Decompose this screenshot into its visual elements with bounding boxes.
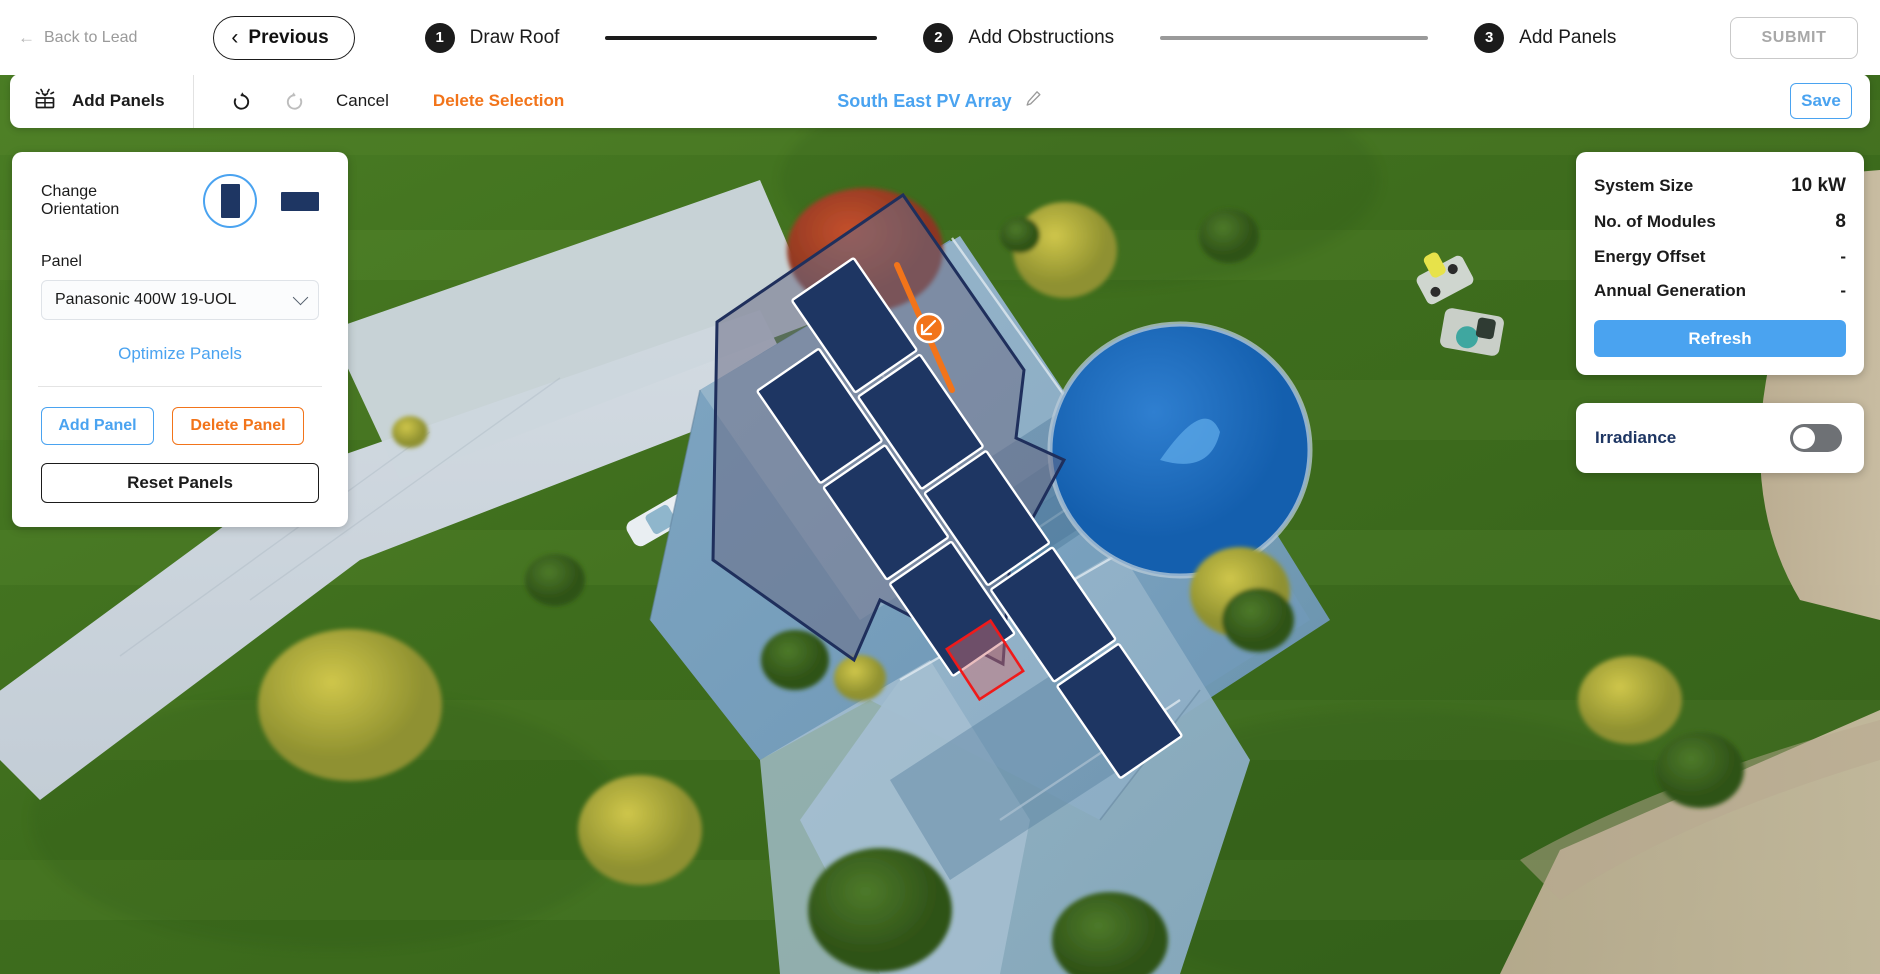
change-orientation-label: Change Orientation	[41, 183, 120, 218]
toggle-knob	[1793, 427, 1815, 449]
stepper: 1 Draw Roof 2 Add Obstructions 3 Add Pan…	[424, 22, 1730, 53]
back-to-lead-label: Back to Lead	[44, 28, 138, 46]
save-button[interactable]: Save	[1790, 83, 1852, 119]
step-label: Draw Roof	[469, 26, 560, 48]
step-add-obstructions[interactable]: 2 Add Obstructions	[923, 22, 1115, 53]
panel-field-label: Panel	[41, 253, 82, 270]
array-name-label[interactable]: South East PV Array	[837, 91, 1011, 112]
solar-design-app: ← Back to Lead ‹ Previous 1 Draw Roof 2 …	[0, 0, 1880, 974]
stepper-connector-1	[605, 35, 878, 40]
step-label: Add Panels	[1519, 26, 1617, 48]
chevron-left-icon: ‹	[231, 26, 239, 49]
stat-row-system-size: System Size 10 kW	[1594, 168, 1846, 204]
delete-selection-button[interactable]: Delete Selection	[433, 91, 564, 111]
system-stats-card: System Size 10 kW No. of Modules 8 Energ…	[1576, 152, 1864, 375]
irradiance-label: Irradiance	[1595, 428, 1677, 447]
stat-label: Energy Offset	[1594, 247, 1706, 266]
panel-select-value: Panasonic 400W 19-UOL	[55, 291, 237, 308]
step-add-panels[interactable]: 3 Add Panels	[1474, 22, 1617, 53]
editor-toolbar: Add Panels Cancel Delete Selection South…	[10, 74, 1870, 128]
stat-label: No. of Modules	[1594, 212, 1716, 231]
stat-label: Annual Generation	[1594, 281, 1747, 300]
back-to-lead-link[interactable]: ← Back to Lead	[18, 29, 137, 47]
step-number: 1	[424, 22, 455, 53]
orientation-portrait-option[interactable]	[203, 174, 258, 228]
previous-label: Previous	[248, 26, 329, 48]
panel-settings-card: Change Orientation Panel Panasonic 400W …	[12, 152, 348, 527]
add-panel-button[interactable]: Add Panel	[41, 407, 154, 445]
irradiance-card: Irradiance	[1576, 403, 1864, 473]
stat-value: -	[1840, 247, 1846, 266]
panel-select[interactable]: Panasonic 400W 19-UOL	[41, 280, 319, 320]
panel-divider	[38, 386, 322, 387]
cancel-button[interactable]: Cancel	[336, 91, 389, 111]
stat-value: -	[1840, 281, 1846, 300]
change-orientation-row: Change Orientation	[41, 174, 319, 228]
submit-button[interactable]: SUBMIT	[1730, 16, 1858, 59]
step-label: Add Obstructions	[968, 26, 1115, 48]
reset-panels-button[interactable]: Reset Panels	[41, 463, 319, 503]
toolbar-mode-indicator: Add Panels	[10, 74, 194, 128]
array-name-group: South East PV Array	[837, 90, 1042, 112]
stat-value: 8	[1835, 211, 1846, 232]
toolbar-actions: Cancel Delete Selection	[230, 90, 564, 113]
optimize-panels-link[interactable]: Optimize Panels	[41, 344, 319, 364]
stat-row-modules: No. of Modules 8	[1594, 204, 1846, 240]
toolbar-mode-label: Add Panels	[72, 91, 165, 110]
redo-icon[interactable]	[283, 90, 306, 113]
pencil-icon[interactable]	[1026, 90, 1043, 112]
stat-value: 10 kW	[1791, 175, 1846, 196]
arrow-left-icon: ←	[18, 28, 35, 47]
panel-landscape-icon[interactable]	[281, 191, 319, 211]
step-draw-roof[interactable]: 1 Draw Roof	[424, 22, 560, 53]
previous-button[interactable]: ‹ Previous	[213, 15, 355, 60]
stat-row-energy-offset: Energy Offset -	[1594, 240, 1846, 274]
undo-icon[interactable]	[230, 90, 253, 113]
refresh-button[interactable]: Refresh	[1594, 320, 1846, 357]
chevron-down-icon	[292, 289, 309, 305]
step-number: 2	[923, 22, 954, 53]
stat-row-annual-generation: Annual Generation -	[1594, 274, 1846, 308]
panel-action-buttons: Add Panel Delete Panel	[41, 407, 319, 445]
stat-label: System Size	[1594, 176, 1694, 195]
irradiance-toggle[interactable]	[1790, 424, 1842, 452]
step-number: 3	[1474, 22, 1505, 53]
delete-panel-button[interactable]: Delete Panel	[172, 407, 304, 445]
stepper-connector-2	[1160, 35, 1429, 40]
solar-panel-icon	[32, 86, 58, 117]
panel-portrait-icon	[220, 184, 240, 218]
top-navigation-bar: ← Back to Lead ‹ Previous 1 Draw Roof 2 …	[0, 0, 1880, 75]
